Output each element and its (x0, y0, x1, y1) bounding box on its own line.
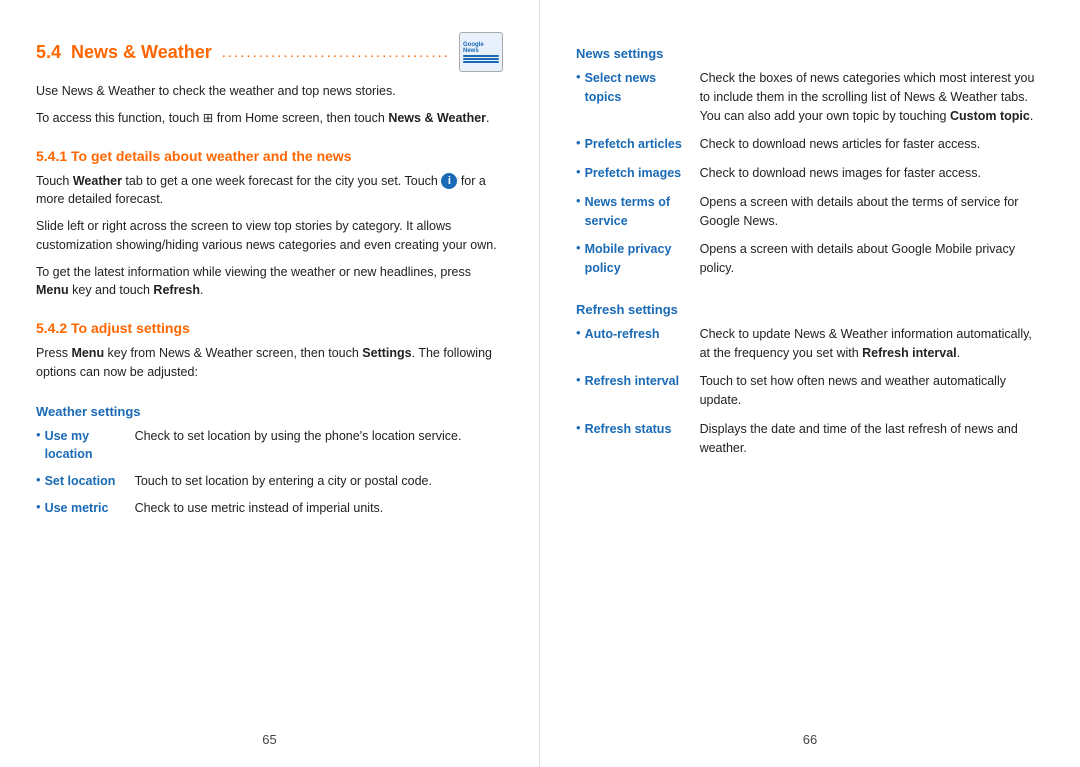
bullet-icon: • (576, 372, 581, 387)
select-news-topics-label: Select newstopics (585, 69, 700, 107)
bullet-icon: • (576, 420, 581, 435)
bullet-icon: • (576, 325, 581, 340)
sub1-para1: Touch Weather tab to get a one week fore… (36, 172, 503, 210)
refresh-settings-heading: Refresh settings (576, 302, 1044, 317)
news-weather-icon: Google News (459, 32, 503, 72)
prefetch-images-desc: Check to download news images for faster… (700, 164, 1044, 183)
section-header: 5.4 News & Weather .....................… (36, 32, 503, 72)
page-number-right: 66 (803, 732, 817, 747)
list-item: • Prefetch articles Check to download ne… (576, 135, 1044, 154)
use-my-location-desc: Check to set location by using the phone… (135, 427, 503, 446)
list-item: • Refresh status Displays the date and t… (576, 420, 1044, 458)
section-main-title: News & Weather (71, 42, 212, 63)
bullet-icon: • (576, 193, 581, 208)
use-metric-label: Use metric (45, 499, 135, 518)
news-terms-desc: Opens a screen with details about the te… (700, 193, 1044, 231)
bullet-icon: • (576, 69, 581, 84)
set-location-desc: Touch to set location by entering a city… (135, 472, 503, 491)
prefetch-articles-label: Prefetch articles (585, 135, 700, 154)
use-metric-desc: Check to use metric instead of imperial … (135, 499, 503, 518)
refresh-interval-desc: Touch to set how often news and weather … (700, 372, 1044, 410)
page-right: News settings • Select newstopics Check … (540, 0, 1080, 767)
list-item: • Refresh interval Touch to set how ofte… (576, 372, 1044, 410)
sub1-para2: Slide left or right across the screen to… (36, 217, 503, 255)
intro-text-1: Use News & Weather to check the weather … (36, 82, 503, 101)
news-settings-heading: News settings (576, 46, 1044, 61)
list-item: • Prefetch images Check to download news… (576, 164, 1044, 183)
page-left: 5.4 News & Weather .....................… (0, 0, 540, 767)
subsection-1-title: 5.4.1 To get details about weather and t… (36, 148, 503, 164)
list-item: • Auto-refresh Check to update News & We… (576, 325, 1044, 363)
sub1-para3: To get the latest information while view… (36, 263, 503, 301)
set-location-label: Set location (45, 472, 135, 491)
list-item: • Use metric Check to use metric instead… (36, 499, 503, 518)
bullet-icon: • (36, 427, 41, 442)
list-item: • Set location Touch to set location by … (36, 472, 503, 491)
news-terms-label: News terms ofservice (585, 193, 700, 231)
bullet-icon: • (576, 164, 581, 179)
bullet-icon: • (576, 240, 581, 255)
use-my-location-label: Use mylocation (45, 427, 135, 465)
section-number-title: 5.4 (36, 42, 61, 63)
intro-text-2: To access this function, touch ⊞ from Ho… (36, 109, 503, 128)
page-number-left: 65 (262, 732, 276, 747)
refresh-status-desc: Displays the date and time of the last r… (700, 420, 1044, 458)
refresh-interval-label: Refresh interval (585, 372, 700, 391)
auto-refresh-label: Auto-refresh (585, 325, 700, 344)
bullet-icon: • (36, 472, 41, 487)
refresh-status-label: Refresh status (585, 420, 700, 439)
list-item: • News terms ofservice Opens a screen wi… (576, 193, 1044, 231)
weather-settings-heading: Weather settings (36, 404, 503, 419)
select-news-topics-desc: Check the boxes of news categories which… (700, 69, 1044, 125)
mobile-privacy-desc: Opens a screen with details about Google… (700, 240, 1044, 278)
auto-refresh-desc: Check to update News & Weather informati… (700, 325, 1044, 363)
sub2-para1: Press Menu key from News & Weather scree… (36, 344, 503, 382)
mobile-privacy-label: Mobile privacypolicy (585, 240, 700, 278)
prefetch-articles-desc: Check to download news articles for fast… (700, 135, 1044, 154)
section-dots: ....................................... (222, 44, 449, 61)
subsection-2-title: 5.4.2 To adjust settings (36, 320, 503, 336)
weather-settings-list: • Use mylocation Check to set location b… (36, 427, 503, 518)
bullet-icon: • (576, 135, 581, 150)
bullet-icon: • (36, 499, 41, 514)
prefetch-images-label: Prefetch images (585, 164, 700, 183)
list-item: • Mobile privacypolicy Opens a screen wi… (576, 240, 1044, 278)
list-item: • Use mylocation Check to set location b… (36, 427, 503, 465)
list-item: • Select newstopics Check the boxes of n… (576, 69, 1044, 125)
